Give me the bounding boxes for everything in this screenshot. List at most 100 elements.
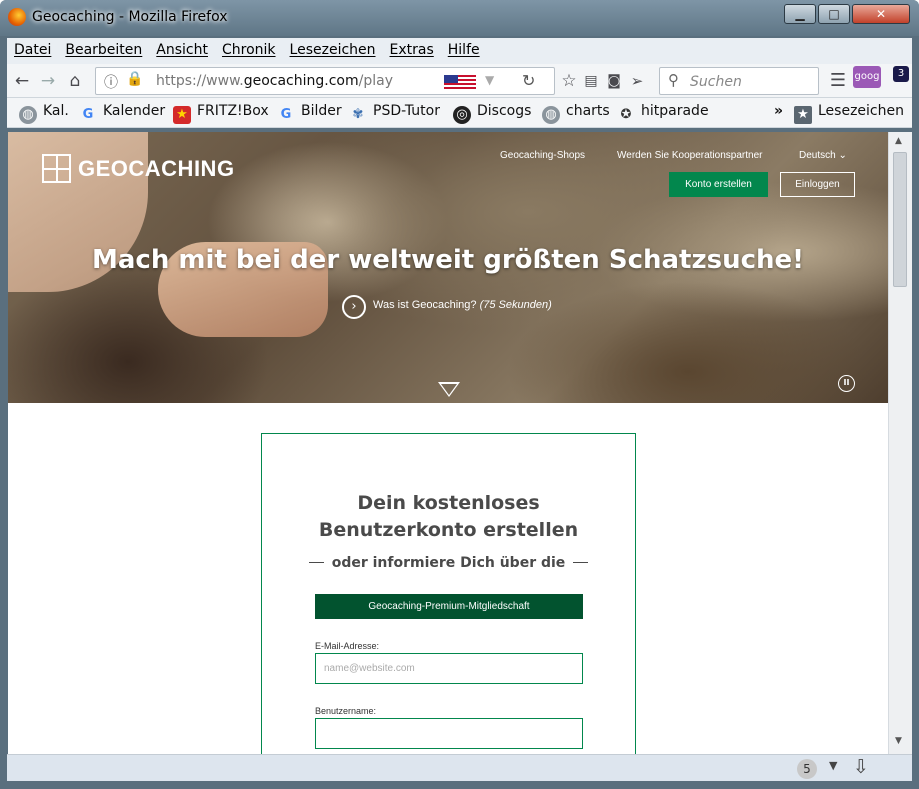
reload-icon[interactable]: ↻ xyxy=(522,71,535,90)
download-arrow-icon[interactable]: ⇩ xyxy=(853,756,869,778)
url-domain: geocaching.com xyxy=(243,73,359,89)
scroll-down-icon[interactable]: ▼ xyxy=(895,736,902,746)
home-icon[interactable]: ⌂ xyxy=(64,70,86,92)
create-account-button[interactable]: Konto erstellen xyxy=(669,172,768,197)
us-flag-icon xyxy=(444,75,476,90)
hamburger-menu-icon[interactable]: ☰ xyxy=(827,70,849,92)
bookmark-fritzbox[interactable]: ★ FRITZ!Box xyxy=(173,103,269,124)
username-label: Benutzername: xyxy=(315,706,377,716)
chevron-down-icon: ⌄ xyxy=(838,150,847,161)
search-box[interactable]: ⚲ Suchen xyxy=(659,67,819,95)
scroll-up-icon[interactable]: ▲ xyxy=(895,136,902,146)
scroll-down-arrow-icon[interactable] xyxy=(438,382,460,397)
signup-card: Dein kostenloses Benutzerkonto erstellen … xyxy=(261,433,636,754)
hitparade-icon: ✪ xyxy=(620,107,632,122)
signup-title: Dein kostenloses Benutzerkonto erstellen xyxy=(262,490,635,544)
premium-membership-button[interactable]: Geocaching-Premium-Mitgliedschaft xyxy=(315,594,583,619)
scrollbar-thumb[interactable] xyxy=(893,152,907,287)
language-label: Deutsch xyxy=(799,150,836,161)
menu-extras[interactable]: Extras xyxy=(383,38,441,58)
bookmark-label: hitparade xyxy=(641,103,709,119)
bookmark-psd-tutor[interactable]: ✾ PSD-Tutor xyxy=(349,103,440,124)
geocaching-logo-icon xyxy=(42,154,71,183)
menu-chronik[interactable]: Chronik xyxy=(215,38,283,58)
vertical-scrollbar[interactable]: ▲ ▼ xyxy=(888,132,912,754)
url-bar[interactable]: ⓘ 🔒 https://www.geocaching.com/play ▼ ↻ xyxy=(95,67,555,95)
addon-goog-icon[interactable]: goog xyxy=(853,66,881,88)
page-content: GEOCACHING Geocaching-Shops Werden Sie K… xyxy=(8,132,888,754)
bookmark-kal[interactable]: ◍ Kal. xyxy=(19,103,69,124)
bookmark-bilder[interactable]: G Bilder xyxy=(277,103,342,124)
chevron-down-icon[interactable]: ▼ xyxy=(829,759,837,772)
url-path: /play xyxy=(358,73,393,89)
downloads-count-badge[interactable]: 5 xyxy=(797,759,817,779)
minimize-button[interactable]: ▁ xyxy=(784,4,816,24)
info-icon[interactable]: ⓘ xyxy=(104,72,118,92)
bookmarks-toolbar: ◍ Kal. G Kalender ★ FRITZ!Box G Bilder ✾ PSD-… xyxy=(7,98,912,128)
globe-icon: ◍ xyxy=(19,106,37,124)
menu-bar: Datei Bearbeiten Ansicht Chronik Lesezeichen… xyxy=(7,38,912,64)
forward-icon[interactable]: → xyxy=(37,70,59,92)
signup-title-line1: Dein kostenloses xyxy=(357,492,540,514)
pocket-icon[interactable]: ◙ xyxy=(603,70,625,92)
fritzbox-icon: ★ xyxy=(173,106,191,124)
bookmark-label: charts xyxy=(566,103,610,119)
search-icon: ⚲ xyxy=(668,71,679,89)
psd-tutor-icon: ✾ xyxy=(352,107,364,122)
email-field[interactable]: name@website.com xyxy=(315,653,583,684)
bookmarks-star-icon: ★ xyxy=(794,106,812,124)
lesezeichen-button[interactable]: ★ Lesezeichen xyxy=(794,103,904,124)
window-title: Geocaching - Mozilla Firefox xyxy=(32,9,228,25)
username-field[interactable] xyxy=(315,718,583,749)
signup-title-line2: Benutzerkonto erstellen xyxy=(318,519,579,541)
bookmark-label: Kalender xyxy=(103,103,166,119)
navigation-toolbar: ← → ⌂ ⓘ 🔒 https://www.geocaching.com/pla… xyxy=(7,64,912,98)
bookmark-label: Kal. xyxy=(43,103,69,119)
menu-lesezeichen[interactable]: Lesezeichen xyxy=(283,38,383,58)
video-link-text: Was ist Geocaching? (75 Sekunden) xyxy=(373,299,552,311)
bookmark-star-icon[interactable]: ☆ xyxy=(558,70,580,92)
bookmark-label: PSD-Tutor xyxy=(373,103,440,119)
bookmark-kalender[interactable]: G Kalender xyxy=(79,103,166,124)
language-selector[interactable]: Deutsch ⌄ xyxy=(799,150,847,161)
pause-icon[interactable]: II xyxy=(838,375,855,392)
bookmark-hitparade[interactable]: ✪ hitparade xyxy=(617,103,709,124)
menu-datei[interactable]: Datei xyxy=(7,38,58,58)
send-icon[interactable]: ➢ xyxy=(626,70,648,92)
menu-ansicht[interactable]: Ansicht xyxy=(149,38,215,58)
browser-window: Geocaching - Mozilla Firefox ▁ □ ✕ Datei… xyxy=(0,0,919,789)
bookmark-discogs[interactable]: ◎ Discogs xyxy=(453,103,531,124)
url-prefix: https://www. xyxy=(156,73,244,89)
maximize-button[interactable]: □ xyxy=(818,4,850,24)
addon-badge[interactable]: 3 xyxy=(893,66,909,82)
firefox-logo-icon xyxy=(8,8,26,26)
back-icon[interactable]: ← xyxy=(11,70,33,92)
bookmark-label: Lesezeichen xyxy=(818,103,904,119)
reader-list-icon[interactable]: ▤ xyxy=(580,70,602,92)
login-button[interactable]: Einloggen xyxy=(780,172,855,197)
close-button[interactable]: ✕ xyxy=(852,4,910,24)
signup-subtitle: oder informiere Dich über die xyxy=(262,555,635,571)
bookmark-label: Discogs xyxy=(477,103,532,119)
partner-link[interactable]: Werden Sie Kooperationspartner xyxy=(617,150,762,161)
dropdown-arrow-icon[interactable]: ▼ xyxy=(485,73,494,87)
status-bar: 5 ▼ ⇩ xyxy=(7,754,912,781)
discogs-icon: ◎ xyxy=(453,106,471,124)
hero-headline: Mach mit bei der weltweit größten Schatz… xyxy=(91,245,805,275)
url-text[interactable]: https://www.geocaching.com/play xyxy=(156,73,393,89)
bookmarks-overflow-button[interactable]: » xyxy=(774,103,783,119)
signup-subtitle-text: oder informiere Dich über die xyxy=(331,555,566,571)
bookmark-label: Bilder xyxy=(301,103,342,119)
geocaching-logo[interactable]: GEOCACHING xyxy=(42,154,242,186)
title-bar: Geocaching - Mozilla Firefox ▁ □ ✕ xyxy=(0,0,919,36)
play-circle-icon: › xyxy=(342,295,366,319)
shops-link[interactable]: Geocaching-Shops xyxy=(500,150,585,161)
menu-hilfe[interactable]: Hilfe xyxy=(441,38,487,58)
globe-icon: ◍ xyxy=(542,106,560,124)
video-label: Was ist Geocaching? xyxy=(373,299,477,311)
lock-icon: 🔒 xyxy=(126,71,144,87)
search-placeholder: Suchen xyxy=(690,74,742,90)
menu-bearbeiten[interactable]: Bearbeiten xyxy=(58,38,149,58)
bookmark-label: FRITZ!Box xyxy=(197,103,269,119)
bookmark-charts[interactable]: ◍ charts xyxy=(542,103,610,124)
